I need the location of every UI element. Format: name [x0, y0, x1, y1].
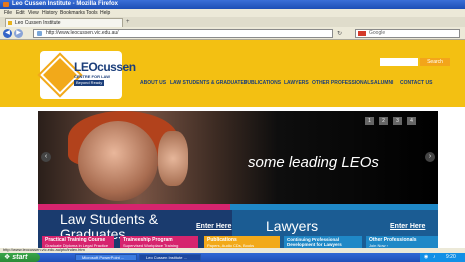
hero-photo-face	[78, 121, 158, 201]
search-bar[interactable]: Google	[355, 29, 460, 38]
windows-logo-icon: ❖	[4, 254, 11, 261]
carousel-page-1[interactable]: 1	[365, 117, 374, 125]
logo-subtitle: CENTRE FOR LAW	[74, 74, 110, 79]
navigation-bar: ◀ ▶ http://www.leocussen.vic.edu.au/ ↻ G…	[0, 27, 465, 40]
menu-bar: File Edit View History Bookmarks Tools H…	[0, 9, 465, 17]
tab-leo-cussen[interactable]: Leo Cussen Institute	[5, 18, 123, 27]
menu-history[interactable]: History	[42, 9, 58, 17]
tray-network-icon[interactable]: ◉	[424, 254, 428, 260]
site-search-button[interactable]: Search	[420, 58, 450, 66]
tray-volume-icon[interactable]: ♪	[433, 254, 436, 260]
system-tray: ◉ ♪ 9:20	[420, 253, 465, 262]
carousel-page-3[interactable]: 3	[393, 117, 402, 125]
nav-about-us[interactable]: ABOUT US	[140, 80, 166, 86]
tab-bar: Leo Cussen Institute +	[0, 17, 465, 27]
card-title: Continuing Professional Development for …	[287, 237, 342, 247]
law-students-enter-link[interactable]: Enter Here	[196, 223, 231, 230]
google-icon	[358, 31, 366, 36]
web-page: LEOcussen CENTRE FOR LAW Beyond Ready Se…	[0, 40, 465, 252]
nav-contact-us[interactable]: CONTACT US	[400, 80, 432, 86]
menu-view[interactable]: View	[28, 9, 39, 17]
back-button[interactable]: ◀	[3, 29, 12, 38]
logo-tagline: Beyond Ready	[74, 80, 105, 86]
windows-taskbar: ❖ start Microsoft PowerPoint ... Leo Cus…	[0, 253, 465, 262]
window-title: Leo Cussen Institute - Mozilla Firefox	[12, 1, 119, 7]
task-powerpoint[interactable]: Microsoft PowerPoint ...	[75, 254, 137, 261]
carousel-page-2[interactable]: 2	[379, 117, 388, 125]
firefox-icon	[3, 2, 9, 7]
tab-label: Leo Cussen Institute	[15, 20, 61, 26]
nav-law-students[interactable]: LAW STUDENTS & GRADUATES	[170, 80, 247, 86]
start-label: start	[12, 254, 28, 261]
site-search-input[interactable]	[380, 58, 418, 66]
new-tab-button[interactable]: +	[126, 19, 130, 26]
url-bar[interactable]: http://www.leocussen.vic.edu.au/	[33, 29, 333, 38]
menu-file[interactable]: File	[4, 9, 12, 17]
search-placeholder: Google	[369, 30, 386, 36]
task-firefox[interactable]: Leo Cussen Institute ...	[139, 254, 201, 261]
forward-button[interactable]: ▶	[14, 29, 23, 38]
start-button[interactable]: ❖ start	[0, 253, 40, 262]
nav-publications[interactable]: PUBLICATIONS	[244, 80, 281, 86]
url-text: http://www.leocussen.vic.edu.au/	[46, 30, 119, 36]
hero-carousel[interactable]: some leading LEOs 1 2 3 4 ‹ ›	[38, 111, 438, 204]
nav-alumni[interactable]: ALUMNI	[374, 80, 393, 86]
carousel-prev-button[interactable]: ‹	[41, 152, 51, 162]
nav-other-professionals[interactable]: OTHER PROFESSIONALS	[312, 80, 374, 86]
site-identity-icon	[37, 31, 42, 36]
hero-photo-hand	[158, 131, 188, 186]
favicon-icon	[8, 21, 12, 25]
panel-lawyers-title: Lawyers	[266, 218, 319, 234]
hero-caption: some leading LEOs	[248, 154, 379, 171]
reload-icon[interactable]: ↻	[337, 30, 342, 37]
site-header: LEOcussen CENTRE FOR LAW Beyond Ready Se…	[0, 40, 465, 107]
menu-edit[interactable]: Edit	[16, 9, 25, 17]
carousel-page-4[interactable]: 4	[407, 117, 416, 125]
nav-lawyers[interactable]: LAWYERS	[284, 80, 309, 86]
site-logo[interactable]: LEOcussen CENTRE FOR LAW Beyond Ready	[40, 51, 136, 99]
carousel-next-button[interactable]: ›	[425, 152, 435, 162]
window-title-bar: Leo Cussen Institute - Mozilla Firefox	[0, 0, 465, 9]
clock: 9:20	[446, 254, 456, 260]
menu-help[interactable]: Help	[100, 9, 110, 17]
menu-tools[interactable]: Tools	[86, 9, 98, 17]
logo-name: LEOcussen	[74, 60, 136, 74]
lawyers-enter-link[interactable]: Enter Here	[390, 223, 425, 230]
menu-bookmarks[interactable]: Bookmarks	[60, 9, 85, 17]
